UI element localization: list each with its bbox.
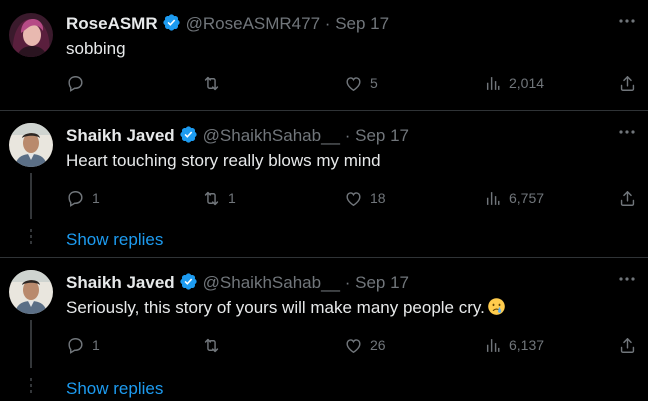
share-icon <box>618 189 637 208</box>
reply-button[interactable] <box>66 72 92 94</box>
tweet-text: sobbing <box>66 39 126 58</box>
separator-dot: · <box>344 273 351 292</box>
share-icon <box>618 74 637 93</box>
view-count: 2,014 <box>509 75 545 91</box>
share-button[interactable] <box>618 334 637 356</box>
tweet-header: RoseASMR @RoseASMR477 · Sep 17 <box>66 13 389 35</box>
reply-button[interactable]: 1 <box>66 187 100 209</box>
thread-connector <box>30 320 32 368</box>
more-options-icon[interactable] <box>618 272 636 286</box>
retweet-icon <box>202 189 221 208</box>
display-name[interactable]: Shaikh Javed <box>66 126 175 145</box>
avatar-shaikh-icon[interactable] <box>9 123 53 167</box>
thread-dots <box>29 229 33 247</box>
reply-button[interactable]: 1 <box>66 334 100 356</box>
retweet-icon <box>202 74 221 93</box>
thread-connector <box>30 173 32 219</box>
heart-icon <box>344 189 363 208</box>
timestamp[interactable]: Sep 17 <box>355 273 409 292</box>
retweet-count: 1 <box>228 190 236 206</box>
like-button[interactable]: 26 <box>344 334 386 356</box>
like-button[interactable]: 5 <box>344 72 378 94</box>
view-count: 6,137 <box>509 337 545 353</box>
retweet-icon <box>202 336 221 355</box>
retweet-button[interactable] <box>202 72 228 94</box>
view-count: 6,757 <box>509 190 545 206</box>
tweet-1[interactable]: RoseASMR @RoseASMR477 · Sep 17 sobbing 5 … <box>0 0 648 111</box>
verified-badge-icon <box>162 13 181 32</box>
tweet-text-body: Seriously, this story of yours will make… <box>66 298 485 317</box>
separator-dot: · <box>324 14 331 33</box>
share-button[interactable] <box>618 187 637 209</box>
verified-badge-icon <box>179 125 198 144</box>
timestamp[interactable]: Sep 17 <box>355 126 409 145</box>
thread-dots <box>29 378 33 396</box>
verified-badge-icon <box>179 272 198 291</box>
retweet-button[interactable] <box>202 334 228 356</box>
display-name[interactable]: Shaikh Javed <box>66 273 175 292</box>
tweet-header: Shaikh Javed @ShaikhSahab__ · Sep 17 <box>66 125 409 147</box>
like-button[interactable]: 18 <box>344 187 386 209</box>
like-count: 26 <box>370 337 386 353</box>
reply-count: 1 <box>92 337 100 353</box>
reply-icon <box>66 74 85 93</box>
share-button[interactable] <box>618 72 637 94</box>
views-button[interactable]: 6,137 <box>483 334 544 356</box>
handle[interactable]: @ShaikhSahab__ <box>203 273 340 292</box>
heart-icon <box>344 336 363 355</box>
like-count: 18 <box>370 190 386 206</box>
views-button[interactable]: 2,014 <box>483 72 544 94</box>
more-options-icon[interactable] <box>618 125 636 139</box>
views-chart-icon <box>483 189 502 208</box>
views-button[interactable]: 6,757 <box>483 187 544 209</box>
show-replies-link[interactable]: Show replies <box>66 230 163 250</box>
handle[interactable]: @ShaikhSahab__ <box>203 126 340 145</box>
reply-count: 1 <box>92 190 100 206</box>
avatar-rose-icon[interactable] <box>9 13 53 57</box>
tweet-text: Heart touching story really blows my min… <box>66 151 381 170</box>
retweet-button[interactable]: 1 <box>202 187 236 209</box>
separator-dot: · <box>344 126 351 145</box>
like-count: 5 <box>370 75 378 91</box>
tweet-actions: 1 26 6,137 <box>66 334 640 356</box>
tweet-actions: 5 2,014 <box>66 72 640 94</box>
tweet-actions: 1 1 18 6,757 <box>66 187 640 209</box>
tweet-3[interactable]: Shaikh Javed @ShaikhSahab__ · Sep 17 Seri… <box>0 258 648 368</box>
display-name[interactable]: RoseASMR <box>66 14 158 33</box>
handle[interactable]: @RoseASMR477 <box>186 14 320 33</box>
timestamp[interactable]: Sep 17 <box>335 14 389 33</box>
reply-icon <box>66 189 85 208</box>
reply-icon <box>66 336 85 355</box>
more-options-icon[interactable] <box>618 14 636 28</box>
avatar-shaikh-icon[interactable] <box>9 270 53 314</box>
views-chart-icon <box>483 336 502 355</box>
share-icon <box>618 336 637 355</box>
show-replies-link[interactable]: Show replies <box>66 379 163 399</box>
tweet-2[interactable]: Shaikh Javed @ShaikhSahab__ · Sep 17 Hear… <box>0 111 648 219</box>
crying-face-icon <box>488 298 505 315</box>
tweet-header: Shaikh Javed @ShaikhSahab__ · Sep 17 <box>66 272 409 294</box>
tweet-text: Seriously, this story of yours will make… <box>66 297 506 319</box>
heart-icon <box>344 74 363 93</box>
views-chart-icon <box>483 74 502 93</box>
